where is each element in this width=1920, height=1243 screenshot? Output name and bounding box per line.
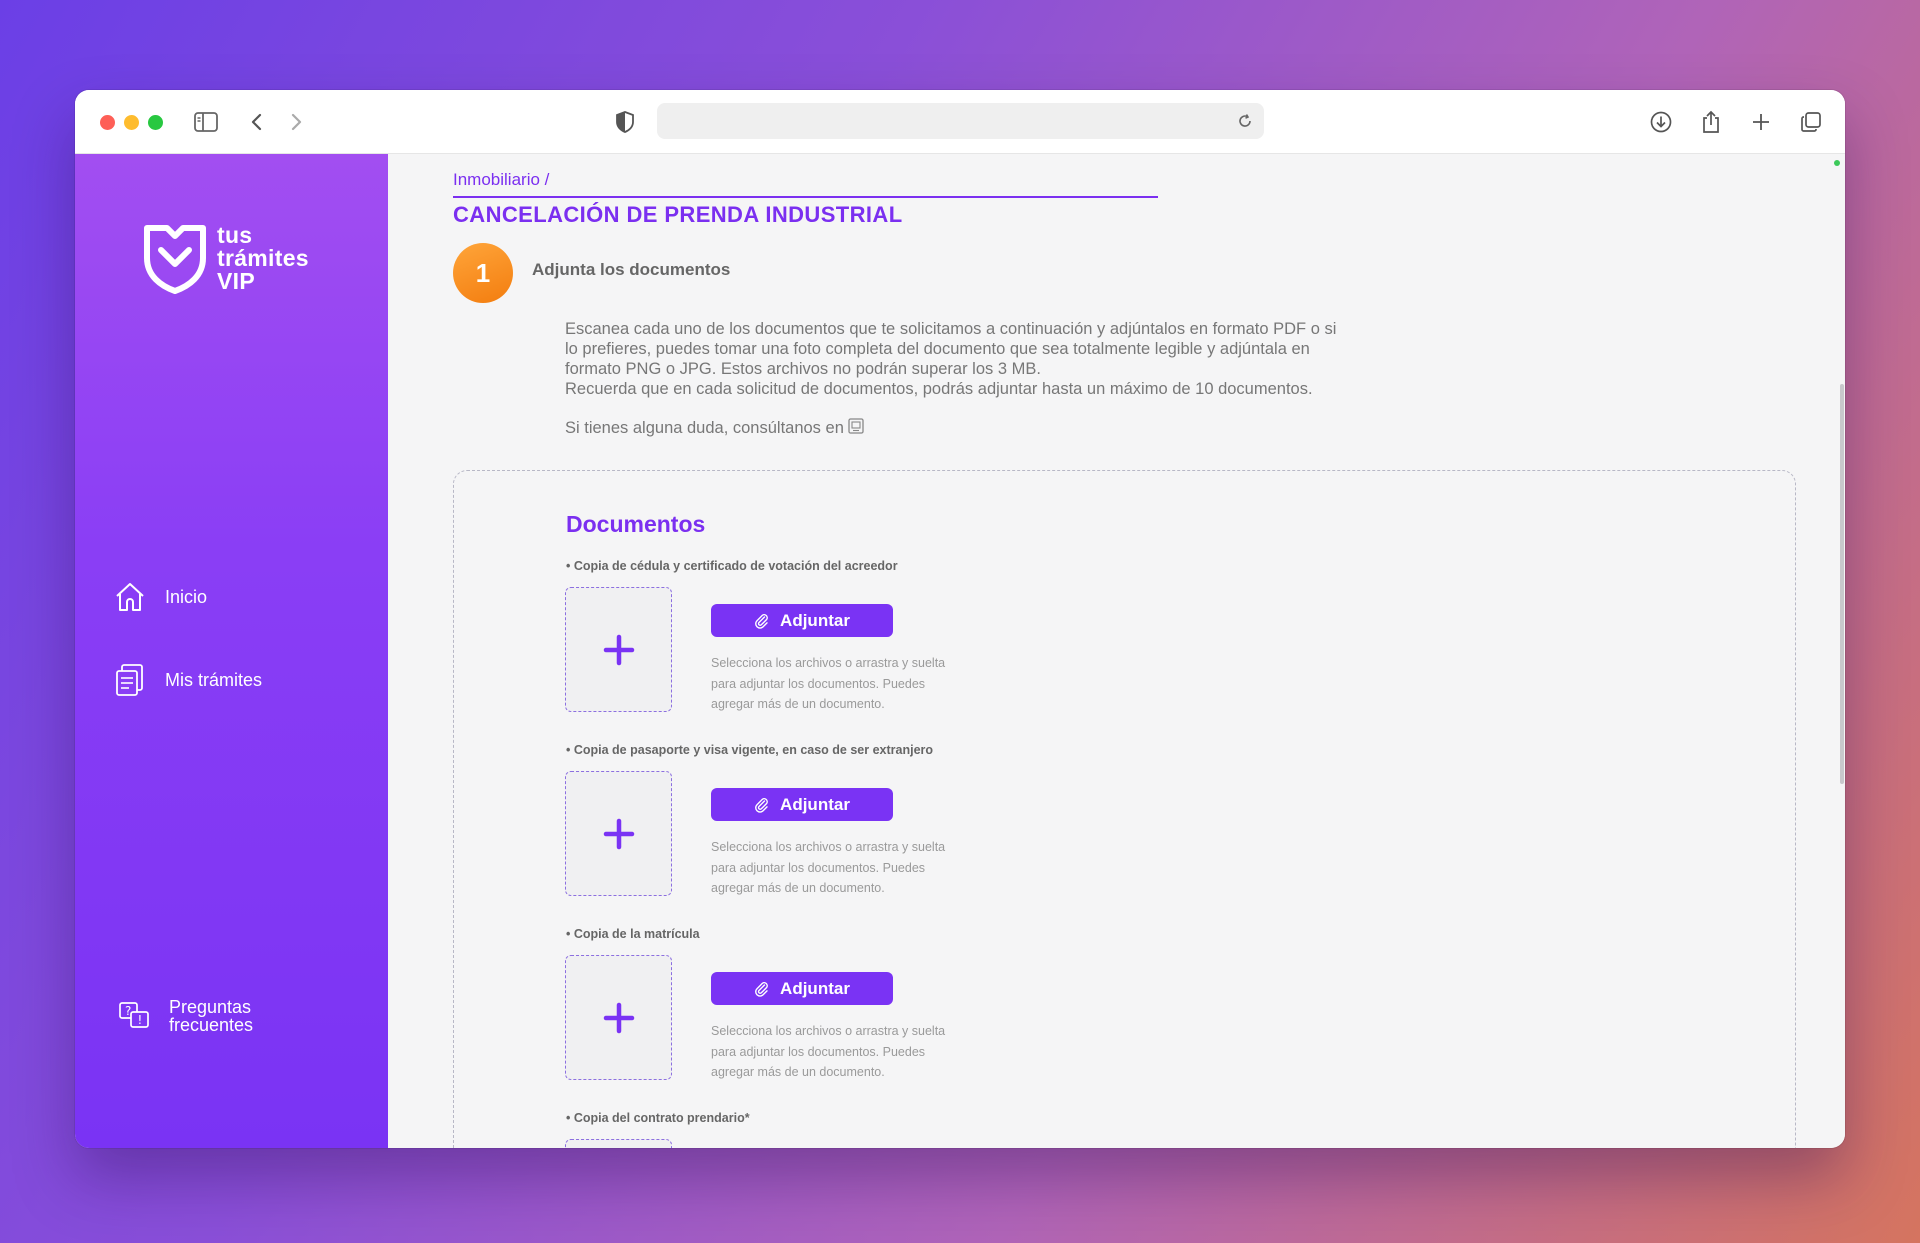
zoom-window-button[interactable]	[148, 115, 163, 130]
document-dropzone[interactable]	[565, 587, 672, 712]
main-content: Inmobiliario / CANCELACIÓN DE PRENDA IND…	[388, 154, 1845, 1148]
logo-line-2: trámites	[217, 245, 309, 271]
help-contact: Si tienes alguna duda, consúltanos en	[565, 418, 864, 439]
documents-title: Documentos	[566, 511, 706, 537]
attach-button-label: Adjuntar	[780, 794, 850, 814]
download-icon[interactable]	[1647, 108, 1675, 136]
sidebar-item-faq[interactable]: ?! Preguntas frecuentes	[117, 998, 253, 1034]
documents-card: Documentos • Copia de cédula y certifica…	[453, 470, 1796, 1148]
attach-button[interactable]: Adjuntar	[711, 604, 893, 637]
attach-hint-line: Selecciona los archivos o arrastra y sue…	[711, 656, 946, 670]
share-icon[interactable]	[1697, 108, 1725, 136]
step-number-badge: 1	[453, 243, 513, 303]
attach-hint-line: agregar más de un documento.	[711, 881, 885, 895]
attach-hint: Selecciona los archivos o arrastra y sue…	[711, 653, 1001, 715]
help-contact-text: Si tienes alguna duda, consúltanos en	[565, 419, 844, 437]
instructions-line: Recuerda que en cada solicitud de docume…	[565, 380, 1313, 398]
chevron-left-icon[interactable]	[243, 108, 271, 136]
attach-button-label: Adjuntar	[780, 610, 850, 630]
documents-icon	[113, 663, 147, 697]
document-label: • Copia del contrato prendario*	[566, 1111, 750, 1125]
breadcrumb[interactable]: Inmobiliario /	[453, 170, 1158, 198]
reload-icon[interactable]	[1232, 108, 1258, 134]
attach-hint-line: Selecciona los archivos o arrastra y sue…	[711, 1024, 946, 1038]
instructions-line: Escanea cada uno de los documentos que t…	[565, 320, 1337, 338]
attach-button[interactable]: Adjuntar	[711, 788, 893, 821]
faq-label-line-2: frecuentes	[169, 1015, 254, 1035]
home-icon	[113, 580, 147, 614]
attach-hint-line: Selecciona los archivos o arrastra y sue…	[711, 840, 946, 854]
sidebar-item-mis-tramites[interactable]: Mis trámites	[113, 663, 262, 697]
scrollbar-thumb[interactable]	[1840, 384, 1844, 784]
close-window-button[interactable]	[100, 115, 115, 130]
chat-icon[interactable]	[848, 418, 864, 439]
instructions-line: formato PNG o JPG. Estos archivos no pod…	[565, 360, 1041, 378]
sidebar-item-inicio[interactable]: Inicio	[113, 580, 207, 614]
browser-toolbar	[75, 90, 1845, 154]
document-dropzone[interactable]	[565, 771, 672, 896]
page-title: CANCELACIÓN DE PRENDA INDUSTRIAL	[453, 202, 903, 227]
sidebar-item-label: Inicio	[165, 586, 208, 607]
document-label: • Copia de la matrícula	[566, 927, 700, 941]
document-dropzone[interactable]	[565, 955, 672, 1080]
logo[interactable]: tus trámites VIP	[143, 224, 309, 294]
document-label: • Copia de cédula y certificado de votac…	[566, 559, 898, 573]
plus-icon	[603, 634, 634, 665]
svg-text:!: !	[138, 1013, 143, 1027]
attach-button[interactable]: Adjuntar	[711, 972, 893, 1005]
logo-line-3: VIP	[217, 268, 255, 294]
browser-window: tus trámites VIP Inicio Mis trámites ?! …	[75, 90, 1845, 1148]
status-indicator	[1834, 160, 1840, 166]
logo-line-1: tus	[217, 222, 253, 248]
attach-button-label: Adjuntar	[780, 978, 850, 998]
logo-text: tus trámites VIP	[217, 224, 309, 293]
attach-hint-line: para adjuntar los documentos. Puedes	[711, 1044, 926, 1059]
step-label: Adjunta los documentos	[532, 260, 731, 279]
breadcrumb-link[interactable]: Inmobiliario /	[453, 170, 549, 189]
paperclip-icon	[755, 981, 768, 997]
sidebar-toggle-icon[interactable]	[192, 108, 220, 136]
paperclip-icon	[755, 797, 768, 813]
paperclip-icon	[755, 613, 768, 629]
attach-hint-line: para adjuntar los documentos. Puedes	[711, 676, 926, 691]
plus-icon	[603, 818, 634, 849]
url-bar[interactable]	[657, 103, 1264, 139]
minimize-window-button[interactable]	[124, 115, 139, 130]
faq-icon: ?!	[117, 999, 151, 1033]
instructions-line: lo prefieres, puedes tomar una foto comp…	[565, 340, 1310, 358]
instructions-text: Escanea cada uno de los documentos que t…	[565, 319, 1465, 399]
document-label: • Copia de pasaporte y visa vigente, en …	[566, 743, 934, 757]
shield-heart-logo-icon	[144, 225, 206, 294]
attach-hint: Selecciona los archivos o arrastra y sue…	[711, 1021, 1001, 1083]
tabs-overview-icon[interactable]	[1797, 108, 1825, 136]
faq-label-line-1: Preguntas	[169, 997, 252, 1017]
shield-icon[interactable]	[611, 108, 639, 136]
sidebar-item-label: Mis trámites	[165, 669, 263, 690]
attach-hint-line: agregar más de un documento.	[711, 697, 885, 711]
faq-label: Preguntas frecuentes	[169, 998, 253, 1034]
plus-icon[interactable]	[1747, 108, 1775, 136]
plus-icon	[603, 1002, 634, 1033]
attach-hint-line: agregar más de un documento.	[711, 1065, 885, 1079]
attach-hint-line: para adjuntar los documentos. Puedes	[711, 860, 926, 875]
attach-hint: Selecciona los archivos o arrastra y sue…	[711, 837, 1001, 899]
document-dropzone[interactable]	[565, 1139, 672, 1148]
chevron-right-icon[interactable]	[282, 108, 310, 136]
sidebar: tus trámites VIP Inicio Mis trámites ?! …	[75, 154, 388, 1148]
